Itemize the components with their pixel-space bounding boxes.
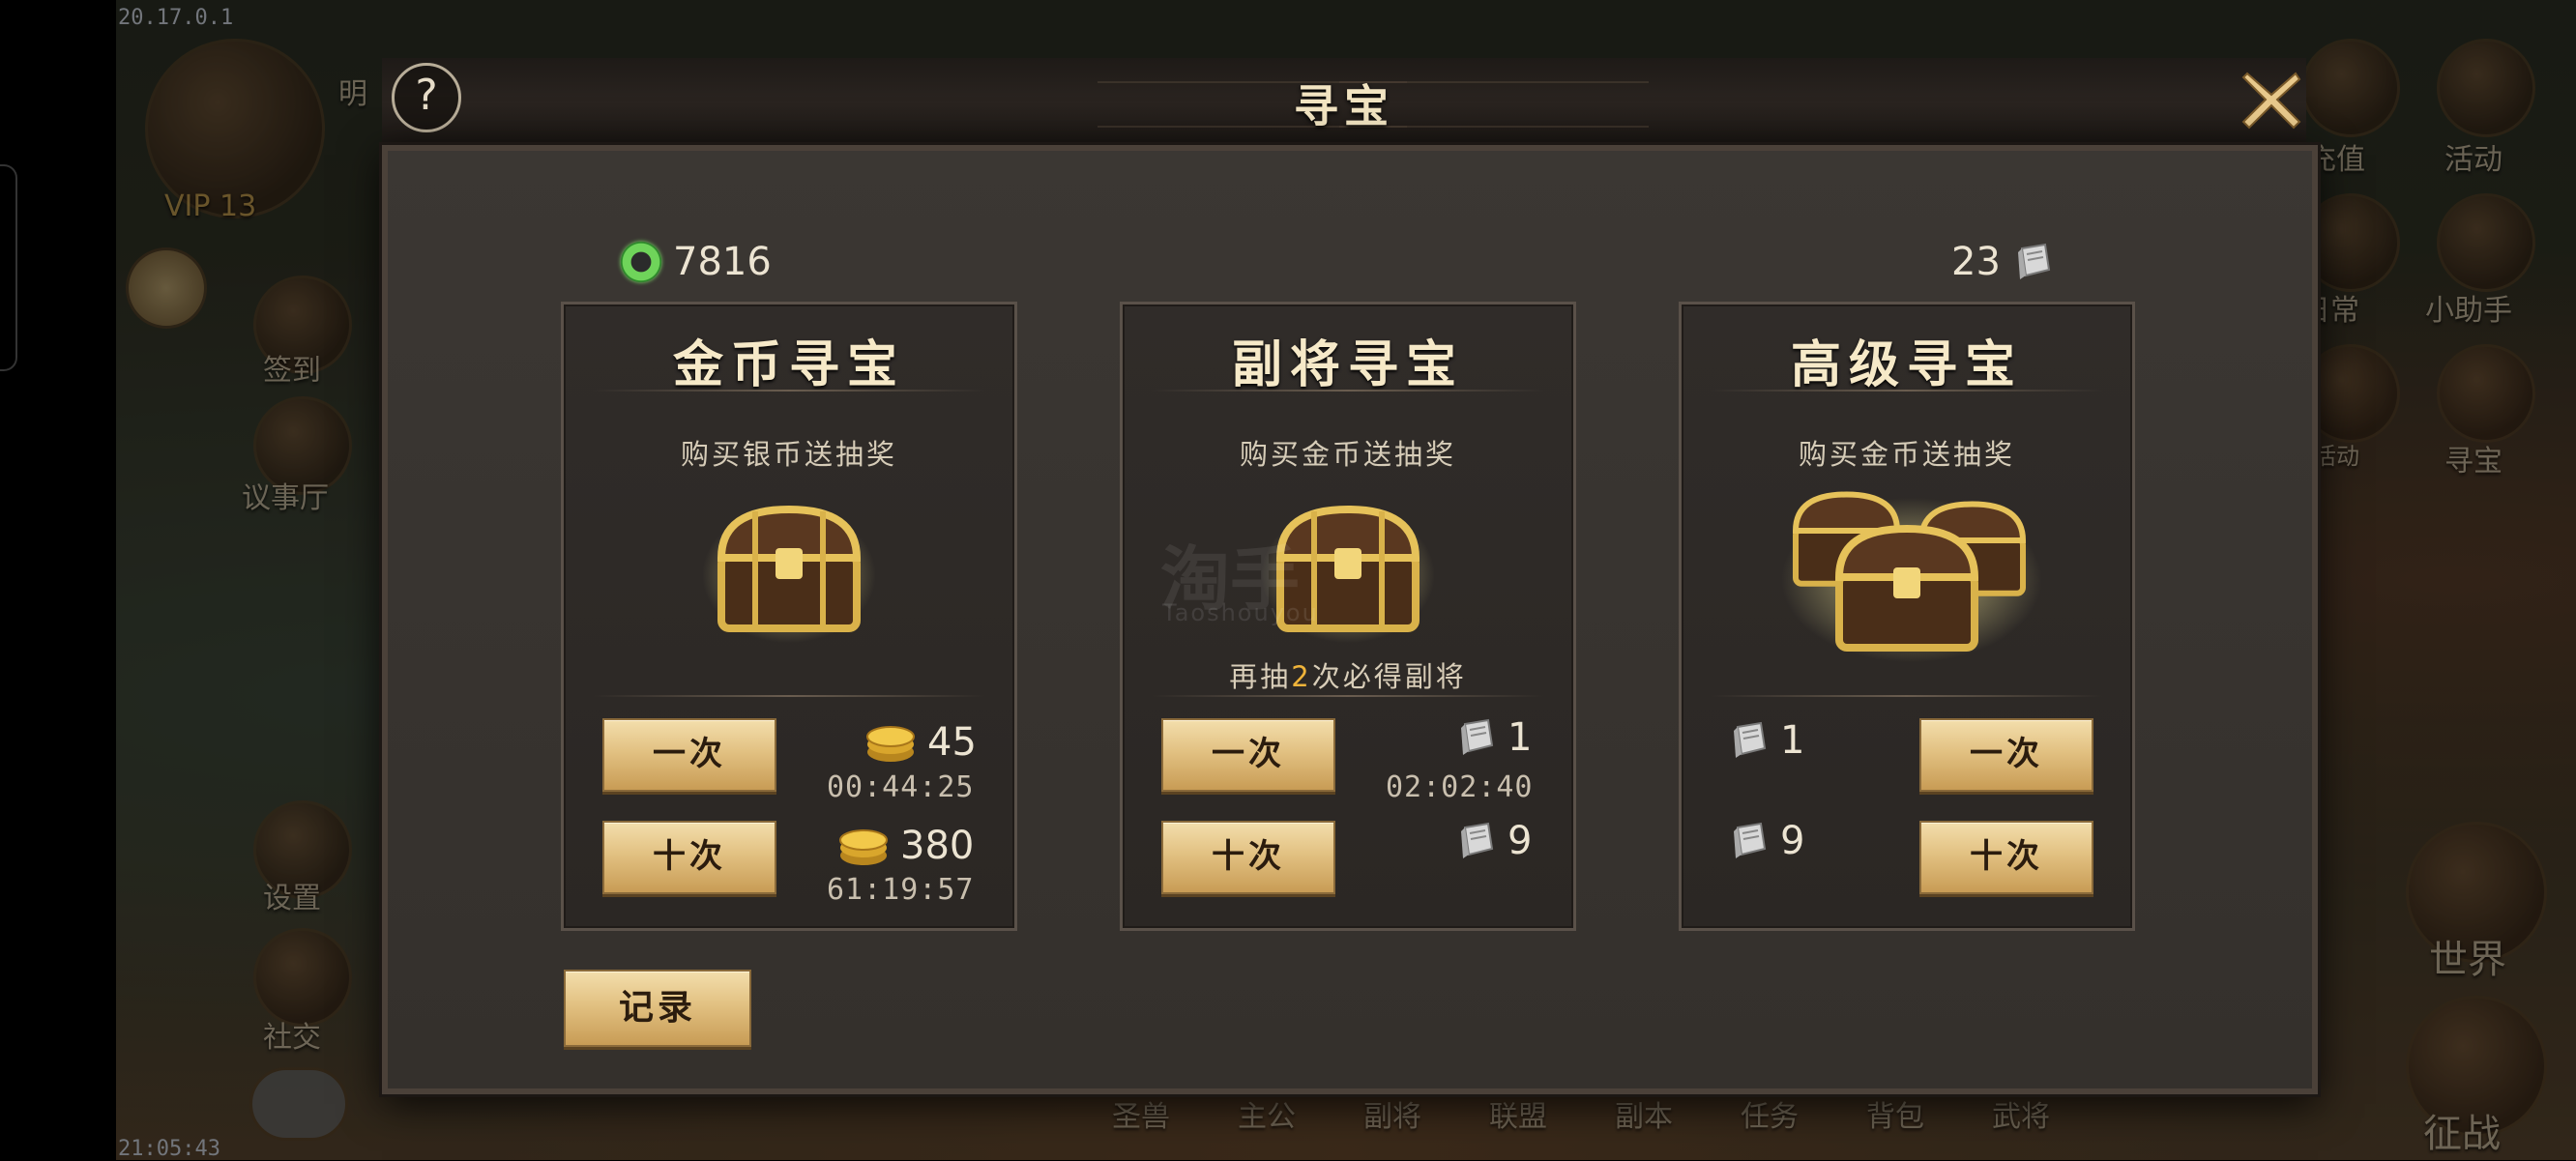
- gold-coin-icon: [866, 726, 915, 762]
- close-icon[interactable]: [2241, 70, 2301, 130]
- divider: [1711, 695, 2103, 697]
- ten-cost: 380: [836, 819, 974, 873]
- draw-ten-button[interactable]: 十次: [602, 821, 776, 894]
- jade-ring-icon: [621, 242, 661, 282]
- once-cost-amount: 1: [1780, 718, 1805, 763]
- ten-cost-amount: 9: [1780, 819, 1805, 863]
- dialog-title-bar: 寻宝: [382, 58, 2306, 150]
- scroll-icon: [1734, 822, 1767, 858]
- divider: [593, 390, 985, 392]
- once-cost: 1: [1728, 718, 1804, 763]
- ten-cooldown-timer: 61:19:57: [827, 873, 975, 907]
- once-cooldown-timer: 02:02:40: [1386, 770, 1534, 804]
- scroll-balance: 23: [1951, 240, 2055, 284]
- scroll-amount: 23: [1951, 240, 2001, 284]
- card-subtitle: 购买金币送抽奖: [1239, 438, 1456, 471]
- help-button[interactable]: ?: [392, 63, 461, 132]
- guarantee-suffix: 次必得副将: [1311, 660, 1467, 693]
- jade-balance: 7816: [621, 240, 772, 284]
- ten-cost-amount: 380: [900, 824, 975, 868]
- treasure-chest-icon: [702, 505, 876, 643]
- gold-treasure-card: 金币寻宝 购买银币送抽奖 一次 45 00:44:25 十次 380 61:19…: [561, 302, 1017, 931]
- once-cost-amount: 1: [1508, 715, 1533, 760]
- dialog-title: 寻宝: [1294, 80, 1394, 132]
- divider: [1711, 390, 2103, 392]
- card-title: 高级寻宝: [1790, 335, 2023, 394]
- card-title: 金币寻宝: [672, 335, 905, 394]
- draw-once-button[interactable]: 一次: [1919, 718, 2093, 792]
- divider: [1152, 695, 1544, 697]
- card-title: 副将寻宝: [1231, 335, 1464, 394]
- draw-once-button[interactable]: 一次: [1161, 718, 1335, 792]
- once-cost-amount: 45: [927, 720, 977, 765]
- scroll-icon: [1461, 822, 1494, 858]
- guarantee-count: 2: [1291, 660, 1312, 693]
- ten-cost: 9: [1728, 819, 1804, 863]
- ten-cost: 9: [1455, 819, 1532, 863]
- treasure-chests-icon: [1781, 491, 2042, 662]
- scroll-icon: [2017, 243, 2051, 279]
- record-button[interactable]: 记录: [564, 970, 751, 1047]
- card-subtitle: 购买银币送抽奖: [680, 438, 897, 471]
- divider: [593, 695, 985, 697]
- scroll-icon: [1734, 721, 1767, 758]
- divider: [1152, 390, 1544, 392]
- once-cost: 1: [1455, 715, 1532, 760]
- guarantee-notice: 再抽2次必得副将: [1123, 654, 1573, 695]
- draw-ten-button[interactable]: 十次: [1161, 821, 1335, 894]
- guarantee-prefix: 再抽: [1229, 660, 1292, 693]
- once-cost: 45: [864, 715, 977, 769]
- draw-once-button[interactable]: 一次: [602, 718, 776, 792]
- jade-amount: 7816: [673, 240, 772, 284]
- device-bezel: [0, 0, 116, 1160]
- ten-cost-amount: 9: [1508, 819, 1533, 863]
- advanced-treasure-card: 高级寻宝 购买金币送抽奖 1 一次 9 十次: [1679, 302, 2135, 931]
- card-subtitle: 购买金币送抽奖: [1798, 438, 2015, 471]
- scroll-icon: [1461, 718, 1494, 755]
- watermark-text: Taoshouyou: [1162, 599, 1319, 626]
- bezel-notch: [0, 164, 17, 371]
- draw-ten-button[interactable]: 十次: [1919, 821, 2093, 894]
- gold-coin-icon: [839, 829, 888, 865]
- once-cooldown-timer: 00:44:25: [827, 770, 975, 804]
